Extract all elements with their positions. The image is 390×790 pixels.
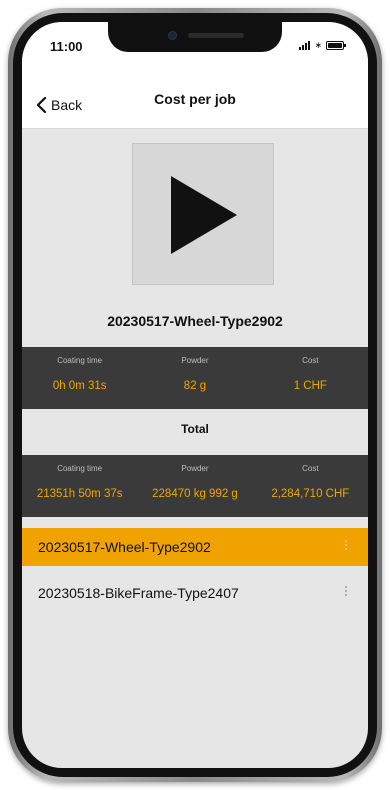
stat-value: 228470 kg 992 g (152, 488, 238, 500)
more-options-icon[interactable] (345, 586, 348, 598)
notch (108, 22, 282, 52)
speaker-grille (188, 33, 244, 38)
stat-label: Powder (181, 464, 209, 473)
stat-cost: Cost 1 CHF (253, 347, 368, 409)
stat-value: 21351h 50m 37s (36, 488, 123, 500)
bluetooth-icon: ∗ (314, 40, 322, 50)
list-item-label: 20230518-BikeFrame-Type2407 (38, 585, 239, 601)
job-stats: Coating time 0h 0m 31s Powder 82 g Cost … (22, 347, 368, 409)
jobs-list: 20230517-Wheel-Type2902 20230518-BikeFra… (22, 528, 368, 620)
list-item[interactable]: 20230517-Wheel-Type2902 (22, 528, 368, 566)
list-item[interactable]: 20230518-BikeFrame-Type2407 (22, 574, 368, 612)
stat-cost: Cost 2,284,710 CHF (253, 455, 368, 517)
page-title: Cost per job (154, 91, 236, 107)
stat-label: Cost (302, 356, 319, 365)
job-name: 20230517-Wheel-Type2902 (107, 313, 283, 329)
stat-coating-time: Coating time 21351h 50m 37s (22, 455, 137, 517)
stat-powder: Powder 82 g (137, 347, 252, 409)
stat-value: 82 g (183, 380, 207, 392)
stat-label: Coating time (57, 464, 103, 473)
total-heading: Total (181, 422, 209, 436)
stat-powder: Powder 228470 kg 992 g (137, 455, 252, 517)
video-thumbnail[interactable] (132, 143, 274, 285)
screen: 11:00 ∗ Back Cost per job 20230517-Wheel… (22, 22, 368, 768)
stat-label: Powder (181, 356, 209, 365)
play-icon (171, 176, 237, 254)
camera-icon (168, 31, 177, 40)
status-icons: ∗ (299, 40, 346, 50)
battery-icon (326, 41, 346, 50)
total-stats: Coating time 21351h 50m 37s Powder 22847… (22, 455, 368, 517)
stat-coating-time: Coating time 0h 0m 31s (22, 347, 137, 409)
nav-bar: Back Cost per job (22, 70, 368, 129)
stat-value: 2,284,710 CHF (271, 488, 350, 500)
stat-value: 0h 0m 31s (52, 380, 107, 392)
stat-value: 1 CHF (293, 380, 327, 392)
more-options-icon[interactable] (345, 540, 348, 552)
status-time: 11:00 (50, 39, 83, 54)
phone-frame: 11:00 ∗ Back Cost per job 20230517-Wheel… (8, 8, 382, 782)
stat-label: Cost (302, 464, 319, 473)
stat-label: Coating time (57, 356, 103, 365)
signal-icon (299, 40, 311, 50)
list-item-label: 20230517-Wheel-Type2902 (38, 539, 211, 555)
